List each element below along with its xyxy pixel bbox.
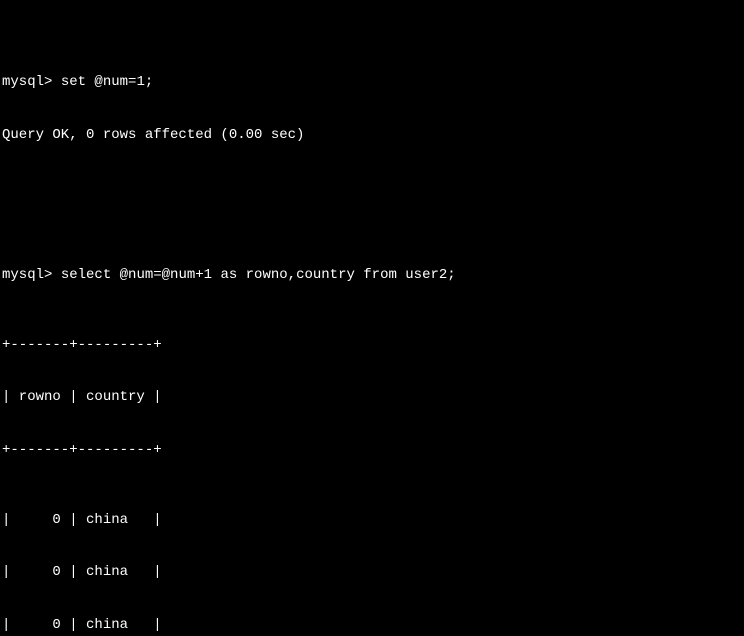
prompt: mysql>: [2, 74, 52, 90]
table1-header-row: | rowno | country |: [2, 389, 742, 407]
cmd-select1: select @num=@num+1 as rowno,country from…: [61, 267, 456, 283]
cmd-set-num: set @num=1;: [61, 74, 153, 90]
table1-row: | 0 | china |: [2, 564, 742, 582]
mysql-terminal[interactable]: mysql> set @num=1; Query OK, 0 rows affe…: [0, 0, 744, 636]
cmd-line-set-num: mysql> set @num=1;: [2, 74, 742, 92]
prompt: mysql>: [2, 267, 52, 283]
cmd-line-select1: mysql> select @num=@num+1 as rowno,count…: [2, 267, 742, 285]
blank-line: [2, 179, 742, 197]
table1-row: | 0 | china |: [2, 617, 742, 635]
response-query-ok: Query OK, 0 rows affected (0.00 sec): [2, 127, 742, 145]
table1-border-top: +-------+---------+: [2, 337, 742, 355]
table1-border-mid: +-------+---------+: [2, 442, 742, 460]
table1-row: | 0 | china |: [2, 512, 742, 530]
